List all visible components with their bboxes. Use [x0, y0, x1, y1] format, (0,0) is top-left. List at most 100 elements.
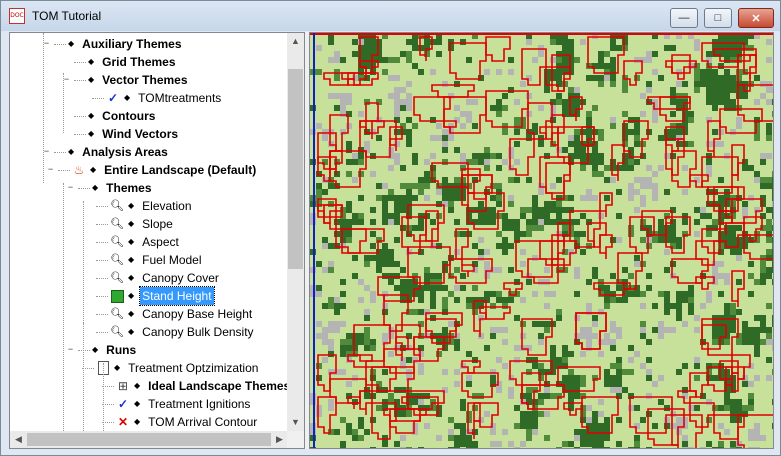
- landscape-map[interactable]: [309, 32, 774, 449]
- tree-guide-line: [63, 73, 64, 133]
- bullet-icon: ◆: [124, 93, 131, 102]
- tree-item-canopy-cover[interactable]: 🔍︎ ◆ Canopy Cover: [110, 269, 221, 287]
- checkmark-icon[interactable]: ✓: [116, 397, 130, 411]
- scroll-corner: [287, 431, 304, 448]
- tree-connector: [54, 152, 66, 153]
- tree-item-entire-landscape[interactable]: ♨ ◆ Entire Landscape (Default): [72, 161, 258, 179]
- tree-item-grid-themes[interactable]: ◆ Grid Themes: [88, 53, 178, 71]
- tree-item-vector-themes[interactable]: ◆ Vector Themes: [88, 71, 190, 89]
- tree-connector: [96, 332, 108, 333]
- bullet-icon: ◆: [88, 57, 95, 66]
- tree-item-label: Vector Themes: [102, 73, 188, 87]
- magnifier-icon[interactable]: 🔍︎: [110, 199, 124, 213]
- tree-item-ideal-landscape-themes[interactable]: ⊞ ◆ Ideal Landscape Themes: [116, 377, 288, 395]
- landscape-map-canvas[interactable]: [310, 33, 773, 448]
- treatment-polygon: [707, 120, 721, 157]
- tree-connector: [78, 188, 90, 189]
- tree-item-elevation[interactable]: 🔍︎ ◆ Elevation: [110, 197, 194, 215]
- tree-item-themes[interactable]: ◆ Themes: [92, 179, 154, 197]
- tree-item-label: Fuel Model: [142, 253, 202, 267]
- bullet-icon: ◆: [88, 111, 95, 120]
- minimize-icon: —: [678, 12, 690, 24]
- scroll-left-icon[interactable]: ◀: [10, 431, 27, 448]
- horizontal-scroll-thumb[interactable]: [27, 433, 271, 446]
- magnifier-icon[interactable]: 🔍︎: [110, 325, 124, 339]
- collapse-icon[interactable]: −: [66, 345, 75, 354]
- fire-icon[interactable]: ♨: [72, 163, 86, 177]
- tree-item-auxiliary-themes[interactable]: ◆ Auxiliary Themes: [68, 35, 184, 53]
- tree-item-label: Slope: [142, 217, 173, 231]
- tree-item-aspect[interactable]: 🔍︎ ◆ Aspect: [110, 233, 181, 251]
- maximize-icon: □: [714, 12, 722, 24]
- tree-guide-line: [63, 183, 64, 431]
- tree-item-canopy-bulk-density[interactable]: 🔍︎ ◆ Canopy Bulk Density: [110, 323, 256, 341]
- tree-guide-line: [83, 323, 84, 431]
- title-bar[interactable]: DOC TOM Tutorial — □ ✕: [1, 1, 780, 31]
- tree-item-tomtreatments[interactable]: ✓ ◆ TOMtreatments: [106, 89, 223, 107]
- bullet-icon: ◆: [92, 183, 99, 192]
- close-icon: ✕: [751, 12, 761, 25]
- grid-plus-icon[interactable]: ⊞: [116, 379, 130, 393]
- close-button[interactable]: ✕: [738, 8, 774, 28]
- tree-item-label: Entire Landscape (Default): [104, 163, 257, 177]
- tree-item-label: Treatment Optzimization: [128, 361, 259, 375]
- tree-connector: [96, 206, 108, 207]
- red-x-icon[interactable]: ✕: [116, 415, 130, 429]
- tree-item-label: Canopy Base Height: [142, 307, 253, 321]
- tree-item-treatment-ignitions[interactable]: ✓ ◆ Treatment Ignitions: [116, 395, 252, 413]
- treatment-polygon: [671, 54, 691, 80]
- tree-item-fuel-model[interactable]: 🔍︎ ◆ Fuel Model: [110, 251, 204, 269]
- tree-item-contours[interactable]: ◆ Contours: [88, 107, 157, 125]
- vertical-scrollbar[interactable]: ▲ ▼: [287, 33, 304, 431]
- tree-item-stand-height[interactable]: ◆ Stand Height: [110, 286, 215, 306]
- magnifier-icon[interactable]: 🔍︎: [110, 217, 124, 231]
- vertical-scroll-thumb[interactable]: [288, 69, 303, 269]
- tree-connector: [78, 350, 90, 351]
- tree-connector: [96, 278, 108, 279]
- tree-connector: [92, 98, 104, 99]
- bullet-icon: ◆: [128, 219, 135, 228]
- bullet-icon: ◆: [114, 363, 121, 372]
- magnifier-icon[interactable]: 🔍︎: [110, 307, 124, 321]
- treatment-polygon: [485, 36, 511, 62]
- tree-item-label: Elevation: [142, 199, 192, 213]
- tree-item-analysis-areas[interactable]: ◆ Analysis Areas: [68, 143, 170, 161]
- tree-item-treatment-optimization[interactable]: ◆ Treatment Optzimization: [96, 359, 260, 377]
- tree-item-tom-arrival-contour[interactable]: ✕ ◆ TOM Arrival Contour: [116, 413, 259, 431]
- tree-item-label: TOMtreatments: [138, 91, 222, 105]
- minimize-button[interactable]: —: [670, 8, 698, 28]
- tree-item-label: Grid Themes: [102, 55, 176, 69]
- tree-rows: ◆ Auxiliary Themes − ◆ Grid Themes ◆ Vector Th…: [10, 33, 288, 431]
- scroll-down-icon[interactable]: ▼: [287, 414, 304, 431]
- tree-item-label: Ideal Landscape Themes: [148, 379, 288, 393]
- green-square-icon[interactable]: [110, 289, 124, 303]
- scroll-right-icon[interactable]: ▶: [271, 431, 288, 448]
- bullet-icon: ◆: [128, 255, 135, 264]
- magnifier-icon[interactable]: 🔍︎: [110, 235, 124, 249]
- magnifier-icon[interactable]: 🔍︎: [110, 271, 124, 285]
- document-icon: DOC: [9, 8, 25, 24]
- bullet-icon: ◆: [88, 129, 95, 138]
- bullet-icon: ◆: [92, 345, 99, 354]
- tree-item-wind-vectors[interactable]: ◆ Wind Vectors: [88, 125, 180, 143]
- tree-item-slope[interactable]: 🔍︎ ◆ Slope: [110, 215, 175, 233]
- checkmark-icon[interactable]: ✓: [106, 91, 120, 105]
- window-title: TOM Tutorial: [32, 9, 102, 23]
- scroll-up-icon[interactable]: ▲: [287, 33, 304, 50]
- collapse-icon[interactable]: −: [46, 165, 55, 174]
- tree-connector: [74, 80, 86, 81]
- tree-connector: [74, 62, 86, 63]
- tree-guide-line: [103, 363, 104, 431]
- horizontal-scrollbar[interactable]: ◀ ▶: [10, 431, 288, 448]
- bullet-icon: ◆: [68, 39, 75, 48]
- collapse-icon[interactable]: −: [66, 183, 75, 192]
- treatment-polygon: [731, 144, 745, 181]
- bullet-icon: ◆: [128, 237, 135, 246]
- magnifier-icon[interactable]: 🔍︎: [110, 253, 124, 267]
- tree-connector: [96, 242, 108, 243]
- tree-item-canopy-base-height[interactable]: 🔍︎ ◆ Canopy Base Height: [110, 305, 254, 323]
- bullet-icon: ◆: [134, 381, 141, 390]
- tree-item-runs[interactable]: ◆ Runs: [92, 341, 138, 359]
- tree-item-label: Contours: [102, 109, 156, 123]
- maximize-button[interactable]: □: [704, 8, 732, 28]
